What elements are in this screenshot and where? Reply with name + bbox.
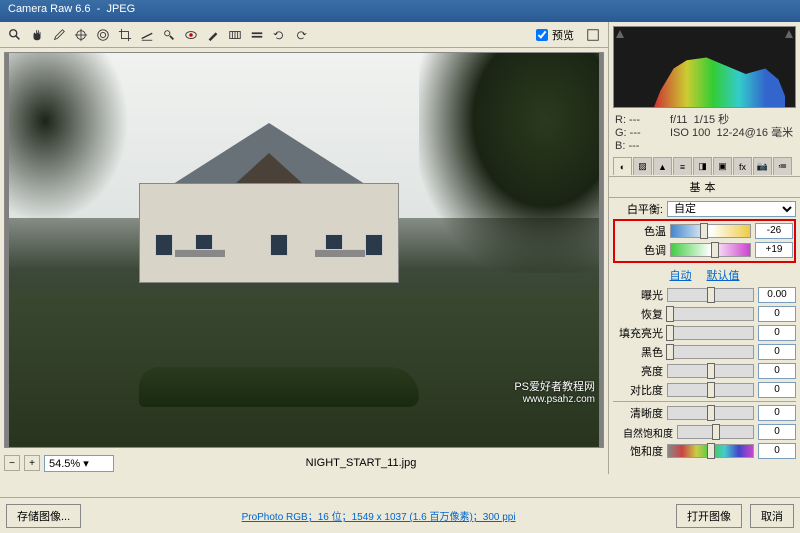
highlighted-wb-group: 色温 -26 色调 +19 [613,219,796,263]
image-viewport[interactable]: PS爱好者教程网 www.psahz.com [4,52,604,448]
open-button[interactable]: 打开图像 [676,504,742,528]
temp-slider[interactable] [670,224,751,238]
zoom-out-icon[interactable]: − [4,455,20,471]
tab-curve[interactable]: ▨ [633,157,652,175]
format-title: JPEG [106,3,135,19]
default-link[interactable]: 默认值 [707,270,740,282]
preview-toggle[interactable]: 预览 [536,26,602,44]
preview-label: 预览 [552,27,574,43]
redeye-tool-icon[interactable] [182,26,200,44]
zoom-bar: − + 54.5% ▾ NIGHT_START_11.jpg [0,452,608,474]
preview-checkbox[interactable] [536,29,548,41]
save-button[interactable]: 存储图像... [6,504,81,528]
wb-eyedropper-icon[interactable] [50,26,68,44]
bottom-bar: 存储图像... ProPhoto RGB；16 位；1549 x 1037 (1… [0,497,800,533]
tab-split[interactable]: ◨ [693,157,712,175]
histogram[interactable] [613,26,796,108]
rotate-cw-icon[interactable] [292,26,310,44]
tab-basic[interactable]: ◐ [613,157,632,175]
highlight-clip-icon[interactable] [785,29,793,37]
watermark: PS爱好者教程网 www.psahz.com [514,378,595,405]
tab-lens[interactable]: ▣ [713,157,732,175]
brightness-slider[interactable] [667,364,754,378]
crop-tool-icon[interactable] [116,26,134,44]
panel-tabs: ◐ ▨ ▲ ≡ ◨ ▣ fx 📷 ≔ [609,157,800,177]
app-title: Camera Raw 6.6 [8,3,91,19]
contrast-slider[interactable] [667,383,754,397]
tab-fx[interactable]: fx [733,157,752,175]
tab-calib[interactable]: 📷 [753,157,772,175]
gradient-filter-icon[interactable] [226,26,244,44]
preview-image [9,53,599,447]
prefs-icon[interactable] [248,26,266,44]
zoom-tool-icon[interactable] [6,26,24,44]
auto-default-links: 自动 默认值 [613,264,796,286]
auto-link[interactable]: 自动 [669,270,691,282]
titlebar: Camera Raw 6.6 - JPEG [0,0,800,22]
temp-label: 色温 [616,223,666,239]
blacks-slider[interactable] [667,345,754,359]
fullscreen-icon[interactable] [584,26,602,44]
tab-hsl[interactable]: ≡ [673,157,692,175]
shadow-clip-icon[interactable] [616,29,624,37]
recovery-slider[interactable] [667,307,754,321]
workflow-options[interactable]: ProPhoto RGB；16 位；1549 x 1037 (1.6 百万像素)… [89,508,668,523]
color-sampler-icon[interactable] [72,26,90,44]
targeted-adjust-icon[interactable] [94,26,112,44]
tab-presets[interactable]: ≔ [773,157,792,175]
exposure-slider[interactable] [667,288,754,302]
toolbar: 预览 [0,22,608,48]
adjustment-brush-icon[interactable] [204,26,222,44]
exif-readout: R: --- G: --- B: --- f/11 1/15 秒 ISO 100… [609,112,800,155]
hand-tool-icon[interactable] [28,26,46,44]
tint-slider[interactable] [670,243,751,257]
tab-detail[interactable]: ▲ [653,157,672,175]
clarity-slider[interactable] [667,406,754,420]
tint-label: 色调 [616,242,666,258]
panel-title: 基本 [609,177,800,198]
zoom-in-icon[interactable]: + [24,455,40,471]
temp-value[interactable]: -26 [755,223,793,239]
cancel-button[interactable]: 取消 [750,504,794,528]
vibrance-slider[interactable] [677,425,754,439]
rotate-ccw-icon[interactable] [270,26,288,44]
spot-removal-icon[interactable] [160,26,178,44]
zoom-select[interactable]: 54.5% ▾ [44,455,114,472]
fill-slider[interactable] [667,326,754,340]
tint-value[interactable]: +19 [755,242,793,258]
saturation-slider[interactable] [667,444,754,458]
straighten-tool-icon[interactable] [138,26,156,44]
filename-label: NIGHT_START_11.jpg [118,457,604,469]
wb-select[interactable]: 自定 [667,201,796,217]
wb-label: 白平衡: [613,201,663,217]
